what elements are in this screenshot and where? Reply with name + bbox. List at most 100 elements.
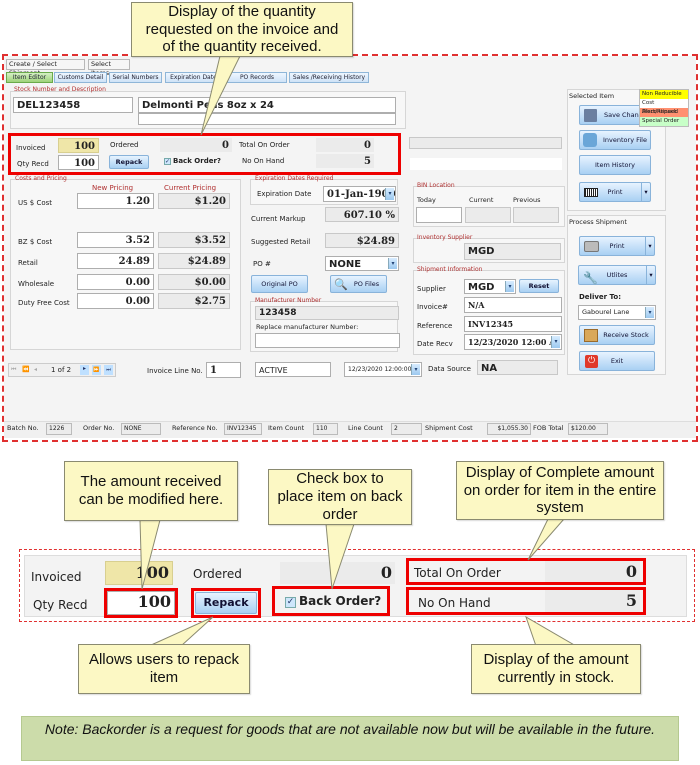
bin-today-field[interactable] <box>416 207 462 223</box>
callout-amount-received: The amount received can be modified here… <box>64 461 238 521</box>
last-page-icon[interactable]: ⏭ <box>104 365 113 375</box>
data-source-field: NA <box>477 360 558 375</box>
pricing-label: Duty Free Cost <box>18 299 70 307</box>
current-pricing-field: $0.00 <box>158 274 230 290</box>
inventory-supplier-label: Inventory Supplier <box>417 234 473 241</box>
expiration-date-label: Expiration Date <box>257 190 312 198</box>
invoice-line-field[interactable]: 1 <box>206 362 241 378</box>
supplier-label: Supplier <box>417 285 446 293</box>
description-field[interactable]: Delmonti Peas 8oz x 24 <box>138 97 396 113</box>
po-label: PO # <box>253 260 271 268</box>
original-po-button[interactable]: Original PO <box>251 275 308 293</box>
inventory-file-button[interactable]: Inventory File <box>579 130 651 150</box>
chevron-down-icon[interactable]: ▾ <box>385 188 394 200</box>
legend-item: Non Reducible <box>640 90 688 99</box>
tab-serial-numbers[interactable]: Serial Numbers <box>109 72 162 83</box>
chevron-down-icon[interactable]: ▾ <box>551 336 560 348</box>
supplier-select[interactable]: MGD ▾ <box>464 279 516 294</box>
chevron-down-icon[interactable]: ▾ <box>388 258 397 269</box>
exit-button[interactable]: ⏻ Exit <box>579 351 655 371</box>
datetime-select[interactable]: 12/23/2020 12:00:00 ▾ <box>344 362 422 377</box>
selected-item-label: Selected Item <box>569 92 615 100</box>
item-history-button[interactable]: Item History <box>579 155 651 175</box>
new-pricing-field[interactable]: 3.52 <box>77 232 154 248</box>
callout-pointer <box>139 519 161 590</box>
select-items-button[interactable]: Select Items <box>88 59 130 77</box>
create-select-shipment-button[interactable]: Create / Select Shipment <box>6 59 85 77</box>
date-recv-select[interactable]: 12/23/2020 12:00 A ▾ <box>464 334 562 350</box>
next-page-icon[interactable]: ▸ <box>80 365 89 375</box>
chevron-down-icon[interactable]: ▾ <box>411 364 420 375</box>
pricing-label: Wholesale <box>18 280 55 288</box>
prev-page-icon[interactable]: ◂ <box>34 366 37 373</box>
statusbar-label: Order No. <box>83 424 115 432</box>
invoice-field[interactable]: N/A <box>464 297 562 313</box>
legend-item: Special Order <box>640 117 688 126</box>
page-indicator: 1 of 2 <box>51 366 72 374</box>
current-pricing-field: $3.52 <box>158 232 230 248</box>
suggested-retail-field: $24.89 <box>325 233 399 248</box>
process-print-button[interactable]: Print ▾ <box>579 236 655 256</box>
legend-item: Discontinued <box>640 108 688 117</box>
markup-label: Current Markup <box>251 215 306 223</box>
first-page-icon[interactable]: ⏮ <box>11 366 16 374</box>
callout-pointer <box>200 55 241 136</box>
printer-icon <box>584 241 599 252</box>
zoom-ordered-label: Ordered <box>193 567 242 581</box>
callout-quantity: Display of the quantity requested on the… <box>131 2 353 57</box>
chevron-down-icon[interactable]: ▾ <box>505 281 514 292</box>
new-pricing-field[interactable]: 0.00 <box>77 274 154 290</box>
chevron-down-icon[interactable]: ▾ <box>646 266 655 284</box>
process-shipment-label: Process Shipment <box>569 218 627 226</box>
chevron-down-icon[interactable]: ▾ <box>645 237 654 255</box>
database-icon <box>583 133 597 147</box>
po-files-button[interactable]: 🔍 PO Files <box>330 275 387 293</box>
statusbar-label: FOB Total <box>533 424 564 432</box>
new-pricing-field[interactable]: 24.89 <box>77 253 154 269</box>
description-line2-field[interactable] <box>138 113 396 125</box>
chevron-down-icon[interactable]: ▾ <box>641 183 650 201</box>
stock-number-field[interactable]: DEL123458 <box>13 97 133 113</box>
receive-stock-button[interactable]: Receive Stock <box>579 325 655 345</box>
tab-sales-receiving-history[interactable]: Sales /Receiving History <box>289 72 369 83</box>
power-icon: ⏻ <box>585 355 598 368</box>
callout-pointer <box>325 523 355 590</box>
costs-label: Costs and Pricing <box>15 175 67 182</box>
reference-field[interactable]: INV12345 <box>464 316 562 332</box>
new-pricing-field[interactable]: 0.00 <box>77 293 154 309</box>
expiration-date-select[interactable]: 01-Jan-1900 ▾ <box>323 186 396 202</box>
statusbar-value: $120.00 <box>568 423 608 435</box>
highlight-repack <box>191 588 261 618</box>
po-select[interactable]: NONE ▾ <box>325 256 399 271</box>
print-item-button[interactable]: Print ▾ <box>579 182 651 202</box>
deliver-to-select[interactable]: Gabourel Lane ▾ <box>578 305 656 320</box>
chevron-down-icon[interactable]: ▾ <box>645 307 654 318</box>
reference-label: Reference <box>417 322 453 330</box>
callout-back-order: Check box to place item on back order <box>268 469 412 525</box>
replace-manufacturer-label: Replace manufacturer Number: <box>256 323 359 331</box>
callout-total-on-order: Display of Complete amount on order for … <box>456 461 664 520</box>
prev-10-icon[interactable]: ⏪ <box>22 366 29 373</box>
bin-label: BIN Location <box>417 182 455 189</box>
status-field[interactable]: ACTIVE <box>255 362 331 377</box>
next-10-icon[interactable]: ⏩ <box>92 365 101 375</box>
bin-previous-field <box>513 207 559 223</box>
legend-item: Cost Alert/Repack <box>640 99 688 115</box>
current-pricing-field: $1.20 <box>158 193 230 209</box>
new-pricing-field[interactable]: 1.20 <box>77 193 154 209</box>
wrench-icon: 🔧 <box>583 271 598 285</box>
tab-customs-detail[interactable]: Customs Detail <box>54 72 107 83</box>
stock-label: Stock Number and Description <box>14 86 106 93</box>
highlight-qty-recd <box>104 588 178 618</box>
tab-item-editor[interactable]: Item Editor <box>6 72 53 83</box>
statusbar-label: Reference No. <box>172 424 218 432</box>
bin-current-field <box>465 207 511 223</box>
replace-manufacturer-field[interactable] <box>255 333 400 348</box>
reset-button[interactable]: Reset <box>519 279 559 293</box>
blank-field-2 <box>410 158 562 170</box>
statusbar-value: INV12345 <box>224 423 262 435</box>
statusbar-value: 2 <box>391 423 422 435</box>
box-icon <box>584 329 598 342</box>
statusbar-label: Batch No. <box>7 424 39 432</box>
utilities-button[interactable]: 🔧 Utlites ▾ <box>578 265 656 285</box>
